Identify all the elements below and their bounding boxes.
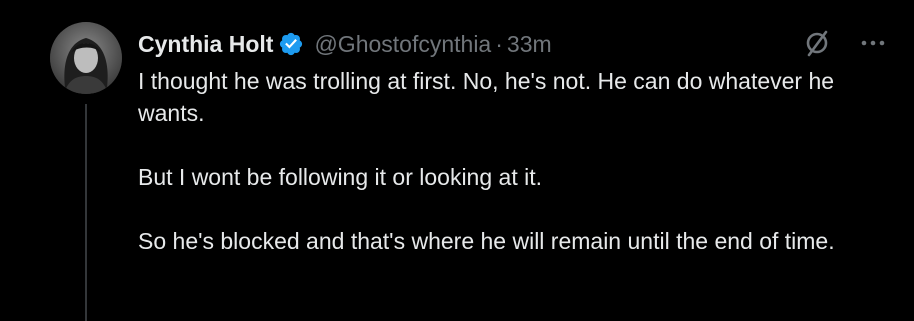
- tweet-paragraph: But I wont be following it or looking at…: [138, 164, 542, 190]
- verified-badge-icon[interactable]: [278, 31, 304, 57]
- thread-connector-line: [85, 104, 87, 321]
- grok-icon[interactable]: [800, 26, 834, 60]
- author-display-name[interactable]: Cynthia Holt: [138, 31, 273, 58]
- author-handle[interactable]: @Ghostofcynthia: [314, 31, 491, 58]
- tweet-actions: [800, 26, 890, 60]
- more-options-icon[interactable]: [856, 26, 890, 60]
- separator-dot: ·: [495, 30, 503, 57]
- timestamp[interactable]: 33m: [507, 31, 552, 58]
- tweet-header: Cynthia Holt @Ghostofcynthia · 33m: [138, 27, 552, 61]
- tweet-paragraph: So he's blocked and that's where he will…: [138, 228, 835, 254]
- avatar-image: [50, 22, 122, 94]
- avatar[interactable]: [50, 22, 122, 94]
- tweet-paragraph: I thought he was trolling at first. No, …: [138, 68, 835, 126]
- tweet-text: I thought he was trolling at first. No, …: [138, 65, 898, 289]
